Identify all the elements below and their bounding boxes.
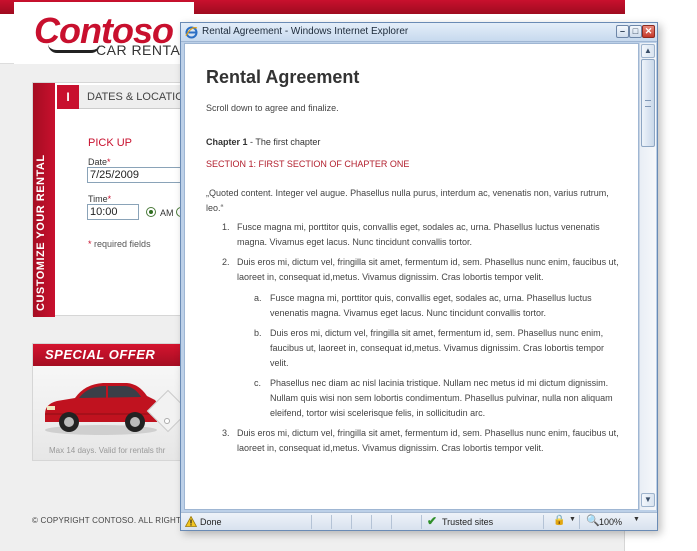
chevron-down-icon[interactable]: ▼ bbox=[633, 516, 640, 523]
chapter-heading: Chapter 1 - The first chapter bbox=[206, 137, 321, 147]
status-separator bbox=[351, 515, 352, 529]
close-button[interactable]: ✕ bbox=[642, 25, 655, 38]
chevron-down-icon[interactable]: ▼ bbox=[569, 516, 576, 523]
step-title[interactable]: DATES & LOCATIONS bbox=[79, 85, 193, 109]
logo-swoosh bbox=[48, 44, 100, 53]
minimize-button[interactable]: – bbox=[616, 25, 629, 38]
security-zone[interactable]: Trusted sites bbox=[442, 517, 493, 527]
date-label: Date* bbox=[88, 157, 111, 167]
lock-icon[interactable]: 🔒 bbox=[553, 515, 565, 526]
zoom-level[interactable]: 100% bbox=[599, 517, 622, 527]
required-note: * required fields bbox=[88, 239, 151, 249]
scroll-down-button[interactable]: ▼ bbox=[641, 493, 655, 507]
lettered-sublist: a. Fusce magna mi, porttitor quis, conval… bbox=[254, 291, 624, 421]
scroll-thumb[interactable] bbox=[641, 59, 655, 147]
rental-agreement-document: Rental Agreement Scroll down to agree an… bbox=[206, 66, 624, 461]
status-separator bbox=[579, 515, 580, 529]
quoted-paragraph: „Quoted content. Integer vel augue. Phas… bbox=[206, 188, 609, 213]
am-radio[interactable] bbox=[146, 207, 156, 217]
status-separator bbox=[331, 515, 332, 529]
list-item: 1. Fusce magna mi, porttitor quis, conval… bbox=[222, 222, 600, 247]
logo[interactable]: Contoso CAR RENTAL bbox=[14, 2, 194, 64]
step-number: I bbox=[57, 85, 79, 109]
am-label: AM bbox=[160, 208, 174, 218]
vertical-banner-text: CUSTOMIZE YOUR RENTAL bbox=[35, 154, 47, 311]
scroll-up-button[interactable]: ▲ bbox=[641, 44, 655, 58]
sublist-item: a. Fusce magna mi, porttitor quis, conval… bbox=[254, 293, 592, 318]
status-separator bbox=[371, 515, 372, 529]
ie-logo-icon bbox=[185, 26, 198, 39]
pickup-title: PICK UP bbox=[88, 137, 133, 149]
vertical-banner: CUSTOMIZE YOUR RENTAL bbox=[33, 83, 55, 317]
rental-panel: CUSTOMIZE YOUR RENTAL I DATES & LOCATION… bbox=[32, 82, 193, 317]
time-label: Time* bbox=[88, 194, 112, 204]
copyright: © COPYRIGHT CONTOSO. ALL RIGHT bbox=[32, 516, 182, 525]
status-separator bbox=[421, 515, 422, 529]
title-bar[interactable]: Rental Agreement - Windows Internet Expl… bbox=[181, 23, 657, 42]
list-item: 3. Duis eros mi, dictum vel, fringilla si… bbox=[222, 428, 619, 453]
status-separator bbox=[391, 515, 392, 529]
maximize-button[interactable]: □ bbox=[629, 25, 642, 38]
ie-window: Rental Agreement - Windows Internet Expl… bbox=[180, 22, 658, 531]
car-image bbox=[45, 383, 159, 435]
check-icon: ✔ bbox=[427, 514, 438, 528]
warning-icon bbox=[185, 516, 197, 527]
document-heading: Rental Agreement bbox=[206, 67, 360, 87]
window-title: Rental Agreement - Windows Internet Expl… bbox=[202, 26, 409, 37]
sublist-item: b. Duis eros mi, dictum vel, fringilla si… bbox=[254, 328, 604, 368]
numbered-list: 1. Fusce magna mi, porttitor quis, conval… bbox=[222, 220, 624, 456]
document-intro: Scroll down to agree and finalize. bbox=[206, 103, 339, 113]
sublist-item: c. Phasellus nec diam ac nisl lacinia tri… bbox=[254, 378, 613, 418]
list-item: 2. Duis eros mi, dictum vel, fringilla si… bbox=[222, 255, 624, 421]
offer-title: SPECIAL OFFER bbox=[33, 344, 191, 366]
status-text: Done bbox=[200, 517, 222, 527]
section-heading: SECTION 1: FIRST SECTION OF CHAPTER ONE bbox=[206, 159, 410, 169]
date-input[interactable]: 7/25/2009 bbox=[87, 167, 193, 183]
logo-subtitle: CAR RENTAL bbox=[96, 42, 189, 58]
vertical-scrollbar[interactable]: ▲ ▼ bbox=[639, 43, 656, 510]
offer-tag-hole bbox=[164, 418, 170, 424]
offer-fine-print: Max 14 days. Valid for rentals thr bbox=[49, 446, 166, 455]
zoom-icon[interactable]: 🔍 bbox=[586, 514, 600, 527]
time-input[interactable]: 10:00 bbox=[87, 204, 139, 220]
status-separator bbox=[543, 515, 544, 529]
special-offer[interactable]: SPECIAL OFFER Max 14 days. Valid for ren… bbox=[32, 343, 192, 461]
document-viewport[interactable]: Rental Agreement Scroll down to agree an… bbox=[184, 43, 639, 510]
status-separator bbox=[311, 515, 312, 529]
status-bar: Done ✔ Trusted sites 🔒 ▼ 🔍 100% ▼ bbox=[181, 512, 657, 530]
